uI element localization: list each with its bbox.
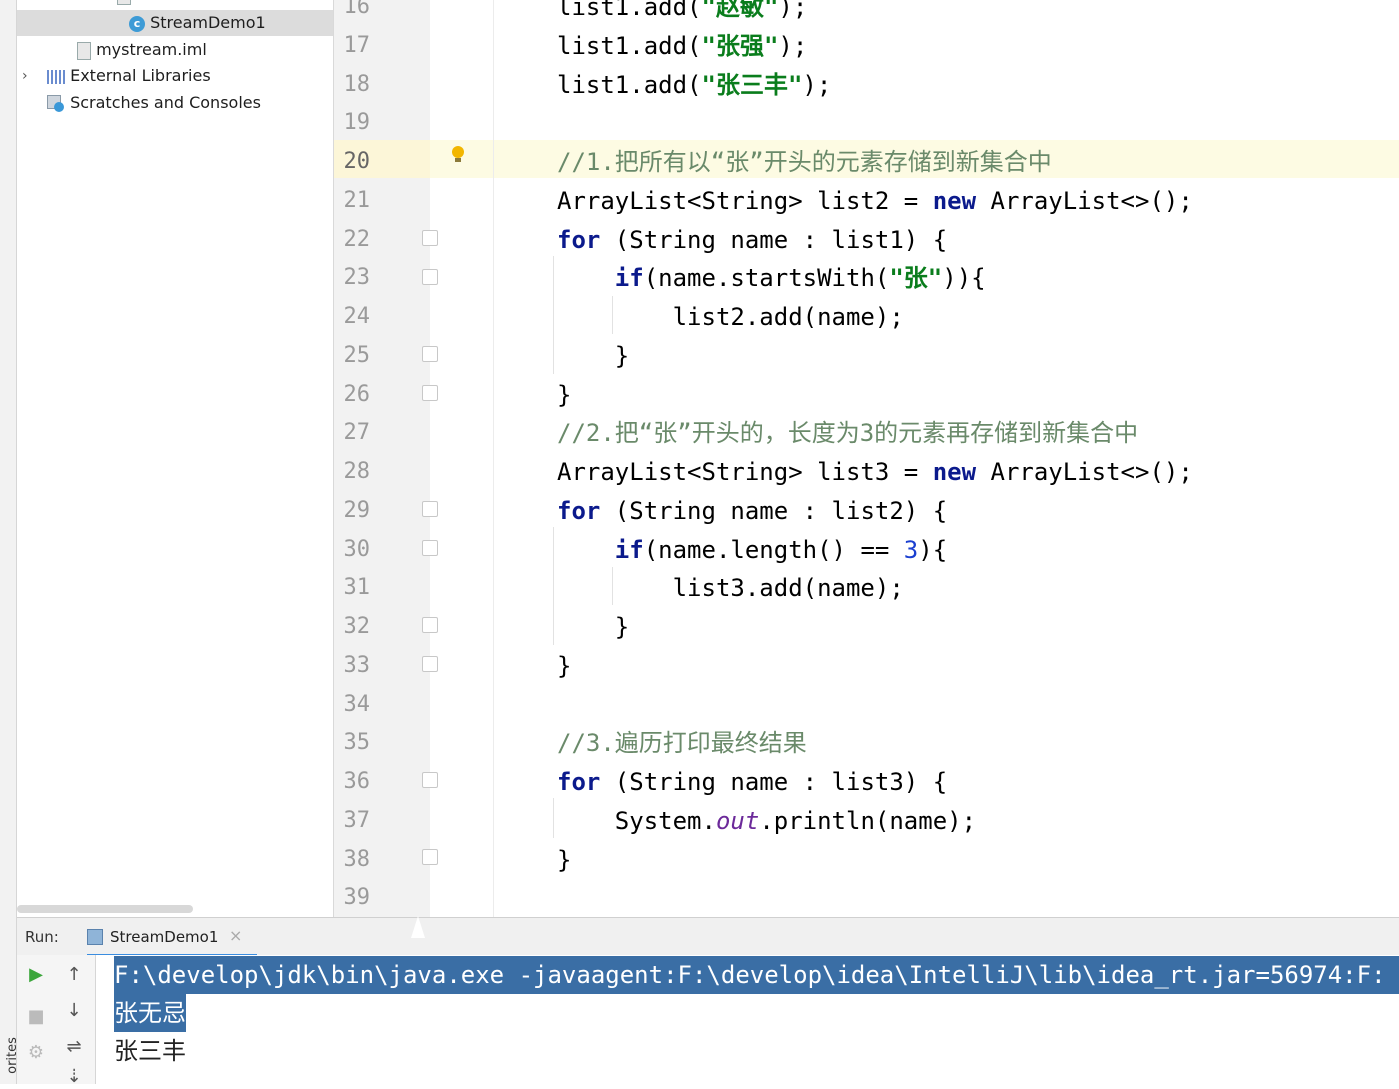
fold-marker[interactable]: [422, 772, 438, 788]
tree-row-package[interactable]: [117, 0, 131, 8]
code-line[interactable]: list1.add("赵敏");: [557, 0, 807, 26]
line-number: 20: [343, 149, 371, 174]
line-number: 29: [343, 497, 371, 523]
line-number: 19: [343, 110, 371, 136]
indent-guide: [612, 567, 613, 605]
fold-marker[interactable]: [422, 617, 438, 633]
fold-marker[interactable]: [422, 540, 438, 556]
java-class-icon: c: [129, 15, 145, 32]
line-number: 24: [343, 304, 371, 329]
fold-marker[interactable]: [422, 501, 438, 517]
line-number: 35: [343, 730, 371, 756]
console-line-output: 张无忌: [114, 994, 186, 1032]
run-toolbar: ▶ ↑ ■ ↓ ⚙ ⇌ ⇣: [17, 955, 96, 1087]
iml-file-icon: [77, 41, 91, 60]
fold-marker[interactable]: [422, 230, 438, 246]
package-icon: [117, 0, 131, 5]
indent-guide: [553, 527, 554, 645]
tree-row-external-libraries[interactable]: › External Libraries: [17, 63, 333, 89]
code-line[interactable]: for (String name : list2) {: [557, 492, 947, 530]
editor-margin-line: [493, 0, 494, 917]
fold-marker[interactable]: [422, 269, 438, 285]
code-line[interactable]: list1.add("张强");: [557, 27, 807, 65]
line-number: 36: [343, 769, 371, 794]
run-toolwindow-header: Run: StreamDemo1 ×: [17, 917, 1399, 957]
line-number: 22: [343, 226, 371, 252]
code-line[interactable]: ArrayList<String> list2 = new ArrayList<…: [557, 182, 1193, 220]
code-line[interactable]: }: [557, 647, 571, 685]
code-line[interactable]: for (String name : list3) {: [557, 763, 947, 801]
scroll-to-end-icon[interactable]: ⇣: [62, 1065, 86, 1089]
code-line[interactable]: System.out.println(name);: [557, 802, 976, 840]
tree-item-label: mystream.iml: [96, 40, 207, 59]
up-arrow-icon[interactable]: ↑: [62, 963, 86, 987]
indent-guide: [612, 296, 613, 334]
line-number: 30: [343, 536, 371, 562]
project-tree-panel: c StreamDemo1 mystream.iml › External Li…: [17, 0, 334, 917]
tree-item-label: External Libraries: [70, 66, 211, 85]
code-line[interactable]: }: [557, 376, 571, 414]
fold-marker[interactable]: [422, 656, 438, 672]
run-label: Run:: [25, 928, 59, 946]
tree-item-label: Scratches and Consoles: [70, 93, 261, 112]
mouse-cursor: [411, 916, 425, 938]
left-tool-strip: orites: [0, 0, 20, 1084]
code-line[interactable]: list3.add(name);: [557, 569, 904, 607]
console-line-command: F:\develop\jdk\bin\java.exe -javaagent:F…: [114, 956, 1399, 994]
code-line[interactable]: for (String name : list1) {: [557, 221, 947, 259]
code-line[interactable]: ArrayList<String> list3 = new ArrayList<…: [557, 453, 1193, 491]
tree-item-label: StreamDemo1: [150, 13, 266, 32]
code-line[interactable]: if(name.length() == 3){: [557, 531, 947, 569]
fold-marker[interactable]: [422, 385, 438, 401]
tree-row-streamdemo1[interactable]: c StreamDemo1: [17, 10, 333, 36]
run-config-icon: [87, 929, 103, 945]
libraries-icon: [47, 69, 65, 84]
code-line[interactable]: //2.把“张”开头的，长度为3的元素再存储到新集合中: [557, 414, 1138, 452]
line-number: 21: [343, 187, 371, 213]
tree-row-mystream-iml[interactable]: mystream.iml: [77, 37, 207, 63]
scratches-icon: [47, 94, 65, 113]
code-line[interactable]: list1.add("张三丰");: [557, 66, 831, 104]
indent-guide: [553, 798, 554, 838]
down-arrow-icon[interactable]: ↓: [62, 999, 86, 1023]
console-output[interactable]: F:\develop\jdk\bin\java.exe -javaagent:F…: [96, 955, 1399, 1084]
line-number: 25: [343, 342, 371, 368]
line-number: 33: [343, 652, 371, 678]
rerun-icon[interactable]: ▶: [24, 963, 48, 987]
chevron-right-icon[interactable]: ›: [22, 63, 28, 89]
code-line[interactable]: list2.add(name);: [557, 298, 904, 336]
code-line[interactable]: }: [557, 608, 629, 646]
line-number: 31: [343, 575, 371, 601]
line-number: 27: [343, 420, 371, 446]
code-line[interactable]: if(name.startsWith("张")){: [557, 259, 986, 297]
run-tab-streamdemo1[interactable]: StreamDemo1 ×: [87, 918, 257, 957]
console-line-output: 张三丰: [114, 1037, 186, 1065]
indent-guide: [553, 256, 554, 374]
stop-icon[interactable]: ■: [24, 1005, 48, 1029]
soft-wrap-icon[interactable]: ⇌: [62, 1035, 86, 1059]
run-tab-label: StreamDemo1: [110, 928, 219, 946]
line-number: 17: [343, 32, 371, 58]
line-number: 34: [343, 691, 371, 717]
code-line[interactable]: }: [557, 841, 571, 879]
fold-marker[interactable]: [422, 346, 438, 362]
line-number: 23: [343, 265, 371, 291]
code-line[interactable]: //3.遍历打印最终结果: [557, 724, 807, 762]
line-number: 39: [343, 885, 371, 911]
line-number: 37: [343, 807, 371, 833]
code-line[interactable]: //1.把所有以“张”开头的元素存储到新集合中: [557, 143, 1052, 181]
line-number: 32: [343, 614, 371, 639]
line-number: 26: [343, 381, 371, 407]
line-number: 16: [343, 0, 371, 19]
line-number: 38: [343, 846, 371, 872]
fold-marker[interactable]: [422, 849, 438, 865]
horizontal-scrollbar[interactable]: [17, 905, 193, 913]
tree-row-scratches[interactable]: Scratches and Consoles: [47, 90, 261, 116]
code-line[interactable]: }: [557, 337, 629, 375]
line-number: 18: [343, 71, 371, 97]
line-number: 28: [343, 459, 371, 484]
lightbulb-icon[interactable]: [451, 146, 465, 162]
debug-icon[interactable]: ⚙: [24, 1041, 48, 1065]
close-icon[interactable]: ×: [229, 926, 242, 945]
